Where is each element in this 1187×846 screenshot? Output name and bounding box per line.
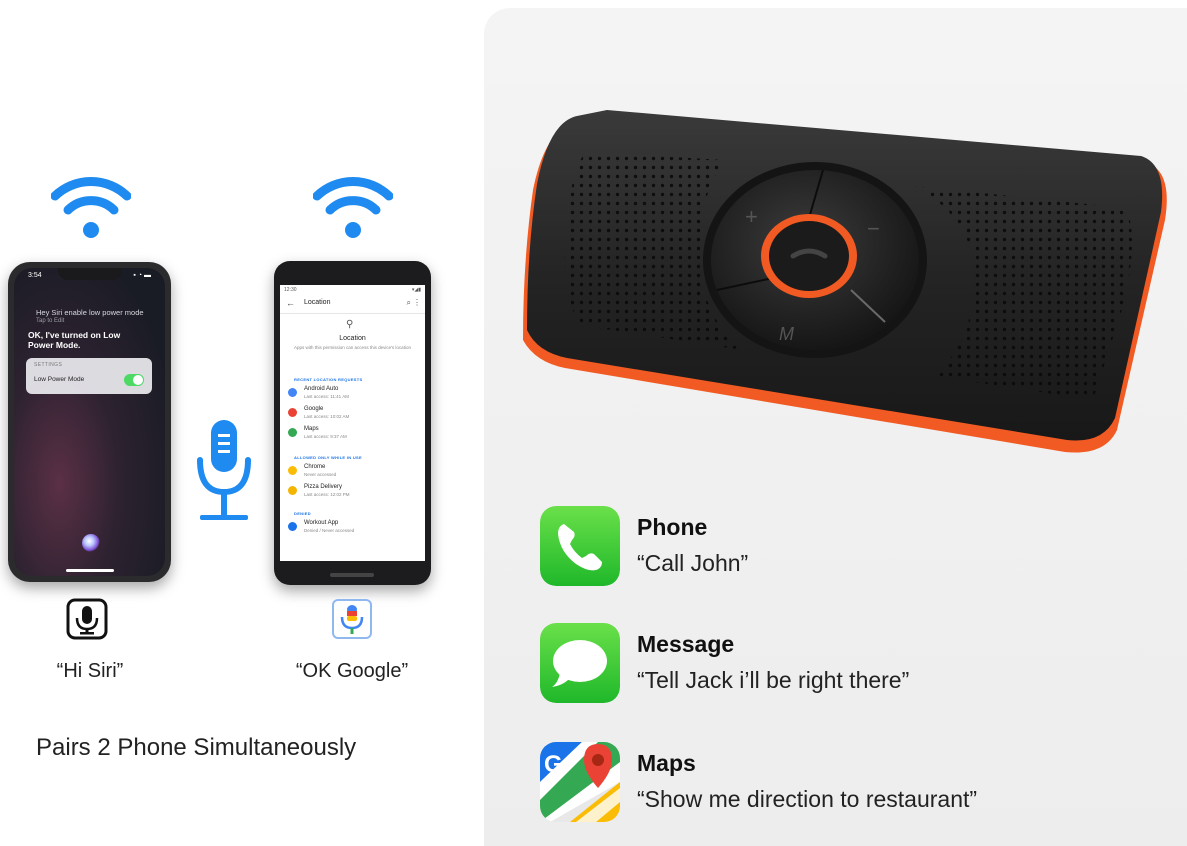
- android-status-time: 12:30: [284, 287, 297, 293]
- settings-card: SETTINGS Low Power Mode: [26, 358, 152, 394]
- siri-tap-to-edit[interactable]: Tap to Edit: [36, 318, 64, 324]
- wifi-icon: [51, 177, 131, 238]
- android-status-icons: ▾◢▮: [411, 287, 421, 293]
- list-item[interactable]: Pizza Delivery Last access: 12:02 PM: [286, 483, 421, 501]
- app-row-message: Message “Tell Jack i’ll be right there”: [540, 623, 1160, 703]
- app-sub: Last access: 10:02 AM: [304, 414, 350, 419]
- android-device: 12:30 ▾◢▮ ← Location ⌕ ⋮ ⚲ Location Apps…: [274, 261, 431, 585]
- iphone-device: 3:54 ▪ ◔ ▬ Hey Siri enable low power mod…: [8, 262, 171, 582]
- app-command: “Tell Jack i’ll be right there”: [637, 667, 910, 693]
- pizza-icon: [288, 486, 297, 495]
- hi-siri-phrase: “Hi Siri”: [56, 660, 124, 682]
- location-heading: Location: [339, 335, 366, 342]
- app-sub: Last access: 12:02 PM: [304, 492, 350, 497]
- microphone-icon: [197, 420, 251, 520]
- app-name: Maps: [304, 426, 319, 432]
- ios-status-time: 3:54: [28, 272, 42, 279]
- low-power-mode-toggle[interactable]: [124, 374, 144, 386]
- google-icon: [288, 408, 297, 417]
- android-auto-icon: [288, 388, 297, 397]
- app-name: Chrome: [304, 464, 326, 470]
- pairs-caption: Pairs 2 Phone Simultaneously: [36, 734, 357, 761]
- siri-query: Hey Siri enable low power mode: [36, 308, 144, 317]
- location-description: Apps with this permission can access thi…: [294, 345, 411, 350]
- section-denied: DENIED: [294, 511, 311, 516]
- wifi-icon: [313, 177, 393, 238]
- chrome-icon: [288, 466, 297, 475]
- message-icon: [540, 623, 620, 703]
- low-power-mode-label: Low Power Mode: [34, 376, 85, 383]
- section-recent: RECENT LOCATION REQUESTS: [294, 377, 363, 382]
- android-screen: 12:30 ▾◢▮ ← Location ⌕ ⋮ ⚲ Location Apps…: [280, 285, 425, 561]
- app-row-maps: G Maps “Show me direction to restaurant”: [540, 742, 1160, 822]
- app-name: Android Auto: [304, 386, 339, 392]
- maps-icon: G: [540, 742, 620, 822]
- maps-icon-letter: G: [544, 751, 563, 778]
- google-mic-icon: [332, 599, 372, 639]
- workout-icon: [288, 522, 297, 531]
- app-sub: Last access: 11:41 AM: [304, 394, 349, 399]
- app-command: “Show me direction to restaurant”: [637, 786, 978, 812]
- app-name: Google: [304, 406, 324, 412]
- list-item[interactable]: Chrome Never accessed: [286, 463, 421, 481]
- maps-small-icon: [288, 428, 297, 437]
- app-sub: Last access: 9:37 AM: [304, 434, 347, 439]
- app-command: “Call John”: [637, 550, 749, 576]
- app-sub: Never accessed: [304, 472, 337, 477]
- siri-mic-icon: [66, 598, 108, 640]
- iphone-screen: 3:54 ▪ ◔ ▬ Hey Siri enable low power mod…: [14, 268, 165, 576]
- list-item[interactable]: Workout App Denied / Never accessed: [286, 519, 421, 537]
- app-name: Workout App: [304, 520, 339, 526]
- siri-reply: OK, I've turned on Low Power Mode.: [28, 330, 121, 351]
- back-arrow-icon[interactable]: ←: [286, 298, 295, 308]
- ios-status-icons: ▪ ◔ ▬: [133, 272, 151, 279]
- settings-card-header: SETTINGS: [34, 362, 63, 368]
- more-vert-icon[interactable]: ⋮: [413, 298, 421, 307]
- app-row-phone: Phone “Call John”: [540, 506, 1160, 586]
- phone-icon: [540, 506, 620, 586]
- app-sub: Denied / Never accessed: [304, 528, 355, 533]
- siri-orb-icon[interactable]: [82, 534, 100, 552]
- list-item[interactable]: Android Auto Last access: 11:41 AM: [286, 385, 421, 403]
- home-indicator[interactable]: [66, 569, 114, 572]
- app-title: Phone: [637, 514, 708, 540]
- mode-button[interactable]: M: [779, 324, 794, 344]
- search-icon[interactable]: ⌕: [407, 298, 411, 308]
- app-name: Pizza Delivery: [304, 484, 343, 490]
- android-nav-bar[interactable]: [330, 573, 374, 577]
- list-item[interactable]: Google Last access: 10:02 AM: [286, 405, 421, 423]
- speakerphone-device: + − M: [523, 110, 1167, 453]
- location-pin-icon: ⚲: [346, 319, 354, 330]
- android-toolbar-title: Location: [304, 299, 331, 306]
- app-title: Message: [637, 631, 735, 657]
- volume-up-button[interactable]: +: [745, 204, 758, 229]
- list-item[interactable]: Maps Last access: 9:37 AM: [286, 425, 421, 443]
- android-toolbar: ← Location ⌕ ⋮: [280, 295, 425, 314]
- ok-google-phrase: “OK Google”: [295, 660, 409, 682]
- app-title: Maps: [637, 750, 696, 776]
- volume-down-button[interactable]: −: [867, 216, 880, 241]
- section-allowed: ALLOWED ONLY WHILE IN USE: [294, 455, 362, 460]
- iphone-notch: [58, 268, 122, 280]
